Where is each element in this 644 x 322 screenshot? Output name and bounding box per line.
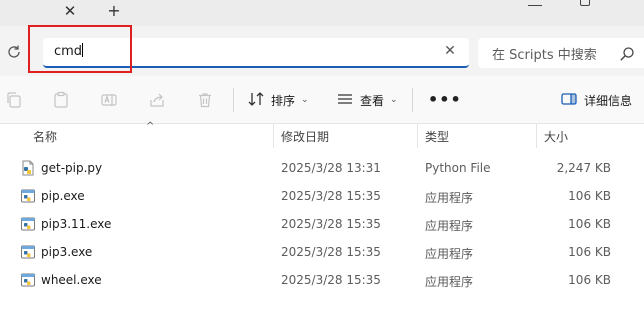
file-size: 2,247 KB [556,161,611,175]
toolbar-separator [233,88,234,112]
share-icon[interactable] [148,91,166,109]
file-type: 应用程序 [425,247,474,261]
column-header-size[interactable]: 大小 [544,128,568,145]
more-options-button[interactable]: ••• [428,90,462,109]
file-name: pip.exe [41,189,85,203]
exe-icon [20,272,36,288]
delete-icon[interactable] [196,91,214,109]
copy-icon[interactable] [5,91,23,109]
file-date: 2025/3/28 15:35 [281,245,381,259]
search-placeholder: 在 Scripts 中搜索 [492,48,597,63]
sort-label: 排序 [271,93,296,108]
file-date: 2025/3/28 13:31 [281,161,381,175]
file-row-pip[interactable]: pip.exe 2025/3/28 15:35 应用程序 106 KB [0,183,644,211]
file-name: pip3.11.exe [41,217,112,231]
maximize-button[interactable] [580,0,590,6]
new-tab-button[interactable]: + [105,2,123,20]
chevron-down-icon: ⌄ [390,95,398,105]
rename-icon[interactable] [100,91,118,109]
chevron-down-icon: ⌄ [301,95,309,105]
search-input[interactable]: 在 Scripts 中搜索 [478,38,644,68]
file-size: 106 KB [568,189,611,203]
file-row-pip3[interactable]: pip3.exe 2025/3/28 15:35 应用程序 106 KB [0,239,644,267]
clear-address-button[interactable]: ✕ [443,44,457,58]
file-type: 应用程序 [425,275,474,289]
minimize-button[interactable] [528,2,542,6]
sort-icon [247,90,265,111]
column-header-date[interactable]: 修改日期 [281,128,329,145]
file-row-pip3-11[interactable]: pip3.11.exe 2025/3/28 15:35 应用程序 106 KB [0,211,644,239]
column-header-row: ^ 名称 修改日期 类型 大小 [0,121,644,148]
close-tab-button[interactable]: ✕ [61,2,79,20]
view-label: 查看 [360,93,385,108]
file-size: 106 KB [568,245,611,259]
file-name: wheel.exe [41,273,102,287]
view-icon [336,90,354,111]
toolbar-separator [412,88,413,112]
refresh-icon[interactable] [5,43,23,61]
file-date: 2025/3/28 15:35 [281,273,381,287]
file-type: 应用程序 [425,191,474,205]
annotation-highlight-box [28,25,132,73]
column-divider[interactable] [417,124,418,148]
details-pane-icon [560,90,578,111]
file-name: pip3.exe [41,245,93,259]
file-size: 106 KB [568,273,611,287]
exe-icon [20,244,36,260]
view-button[interactable]: 查看 ⌄ [336,89,398,111]
exe-icon [20,216,36,232]
file-date: 2025/3/28 15:35 [281,189,381,203]
tab-strip: ✕ + [0,0,644,26]
column-header-name[interactable]: 名称 [33,128,57,145]
exe-icon [20,188,36,204]
sort-button[interactable]: 排序 ⌄ [247,89,309,111]
search-icon [619,46,635,62]
file-type: 应用程序 [425,219,474,233]
details-pane-label: 详细信息 [584,93,633,108]
column-divider[interactable] [273,124,274,148]
file-row-wheel[interactable]: wheel.exe 2025/3/28 15:35 应用程序 106 KB [0,267,644,295]
column-divider[interactable] [536,124,537,148]
file-explorer-window: ✕ + cmd ✕ 在 Scripts 中搜索 排序 ⌄ 查看 ⌄ ••• 详细… [0,0,644,322]
details-pane-button[interactable]: 详细信息 [560,89,632,111]
column-header-type[interactable]: 类型 [425,128,449,145]
python-file-icon [20,160,36,176]
file-date: 2025/3/28 15:35 [281,217,381,231]
file-type: Python File [425,161,491,175]
file-list: get-pip.py 2025/3/28 13:31 Python File 2… [0,155,644,295]
sort-indicator-icon: ^ [146,121,155,132]
file-size: 106 KB [568,217,611,231]
file-name: get-pip.py [41,161,103,175]
paste-icon[interactable] [52,91,70,109]
command-toolbar: 排序 ⌄ 查看 ⌄ ••• 详细信息 [0,76,644,124]
file-row-get-pip[interactable]: get-pip.py 2025/3/28 13:31 Python File 2… [0,155,644,183]
